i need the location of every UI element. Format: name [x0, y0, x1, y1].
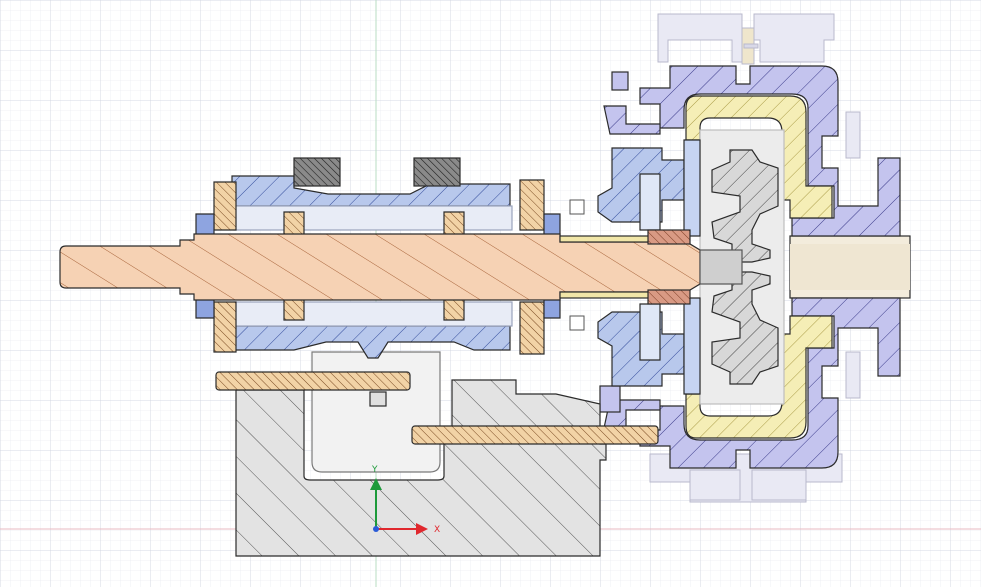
pump-cross-section-drawing: Y X	[0, 0, 981, 587]
suction-nozzle	[789, 235, 911, 299]
cad-viewport[interactable]: Y X	[0, 0, 981, 587]
x-axis-label: X	[434, 525, 440, 535]
y-axis-label: Y	[371, 465, 378, 475]
